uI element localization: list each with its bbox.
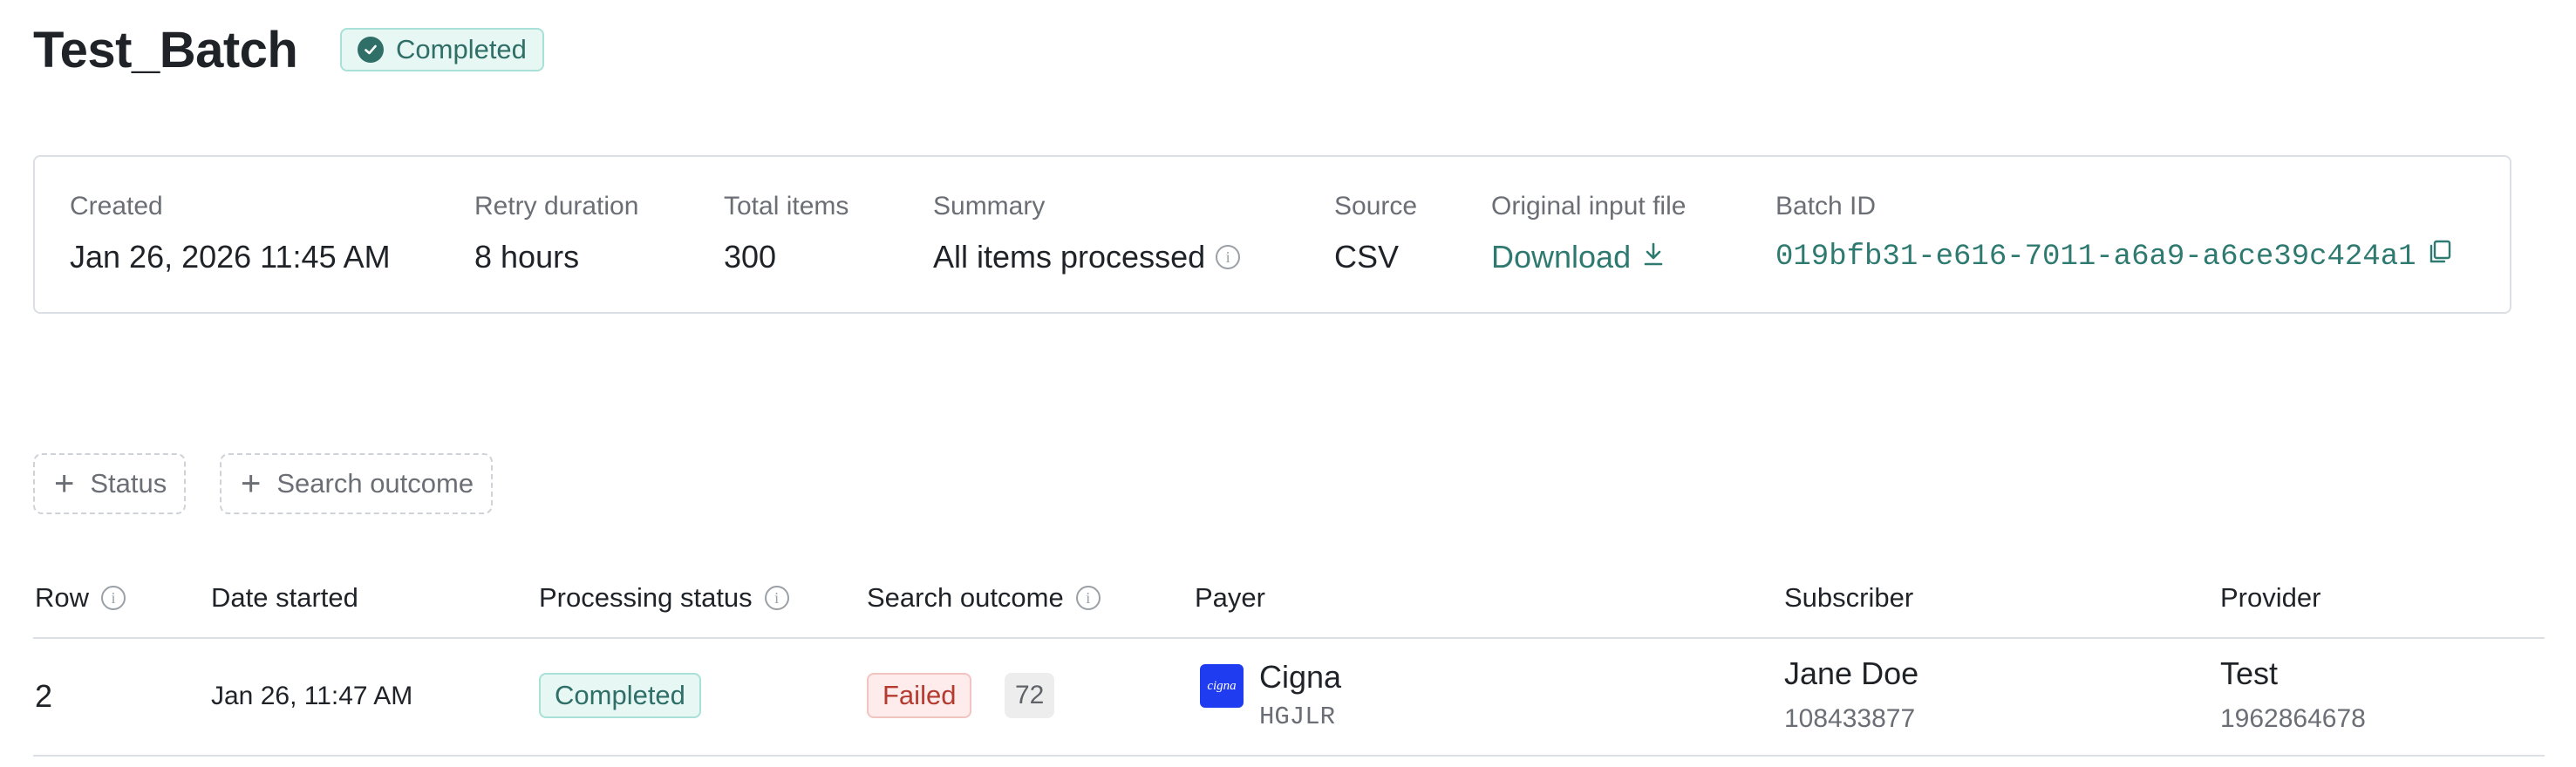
column-header-search-outcome-label: Search outcome (867, 582, 1064, 613)
column-header-subscriber-label: Subscriber (1784, 582, 1914, 613)
column-header-row[interactable]: Row i (35, 582, 126, 614)
filter-status-label: Status (90, 468, 167, 499)
batch-id-label: Batch ID (1775, 192, 1877, 221)
batch-id-text: 019bfb31-e616-7011-a6a9-a6ce39c424a1 (1775, 240, 2416, 274)
batch-id-value: 019bfb31-e616-7011-a6a9-a6ce39c424a1 (1775, 239, 2453, 275)
column-header-subscriber[interactable]: Subscriber (1784, 582, 1913, 614)
page-title: Test_Batch (33, 22, 298, 78)
search-outcome-count-badge: 72 (1005, 673, 1055, 718)
subscriber-id: 108433877 (1784, 704, 1916, 733)
table-header-divider (33, 637, 2545, 639)
copy-icon[interactable] (2427, 239, 2453, 275)
summary-value: All items processed i (933, 239, 1241, 275)
payer-logo-text: cigna (1207, 678, 1237, 693)
processing-status-badge: Completed (539, 673, 701, 718)
download-link[interactable]: Download (1491, 239, 1666, 275)
created-label: Created (70, 192, 163, 221)
column-header-processing-status-label: Processing status (539, 582, 753, 613)
payer-name: Cigna (1259, 659, 1342, 695)
original-input-file-label: Original input file (1491, 192, 1687, 221)
filter-search-outcome-button[interactable]: + Search outcome (220, 453, 494, 514)
check-circle-icon (358, 37, 384, 63)
date-started: Jan 26, 11:47 AM (211, 682, 413, 710)
plus-icon: + (241, 465, 262, 503)
retry-duration-value: 8 hours (474, 239, 580, 275)
summary-label: Summary (933, 192, 1046, 221)
column-header-provider[interactable]: Provider (2220, 582, 2320, 614)
column-header-provider-label: Provider (2220, 582, 2321, 613)
column-header-search-outcome[interactable]: Search outcome i (867, 582, 1101, 614)
column-header-date-started-label: Date started (211, 582, 358, 613)
subscriber-name: Jane Doe (1784, 655, 1919, 691)
info-icon[interactable]: i (101, 586, 126, 610)
row-number: 2 (35, 678, 53, 714)
search-outcome-badge: Failed (867, 673, 972, 718)
provider-name: Test (2220, 655, 2279, 691)
source-value: CSV (1334, 239, 1400, 275)
cigna-logo-icon: cigna (1200, 664, 1244, 708)
total-items-label: Total items (724, 192, 849, 221)
status-badge: Completed (340, 28, 544, 71)
filter-status-button[interactable]: + Status (33, 453, 187, 514)
download-icon (1641, 239, 1666, 275)
info-icon[interactable]: i (764, 586, 789, 610)
retry-duration-label: Retry duration (474, 192, 639, 221)
column-header-date-started[interactable]: Date started (211, 582, 358, 614)
column-header-payer[interactable]: Payer (1195, 582, 1265, 614)
column-header-processing-status[interactable]: Processing status i (539, 582, 789, 614)
column-header-row-label: Row (35, 582, 90, 613)
provider-id: 1962864678 (2220, 704, 2366, 733)
payer-code: HGJLR (1259, 703, 1336, 731)
status-badge-label: Completed (396, 34, 527, 64)
info-icon[interactable]: i (1075, 586, 1101, 610)
column-header-payer-label: Payer (1195, 582, 1265, 613)
summary-text: All items processed (933, 239, 1206, 275)
total-items-value: 300 (724, 239, 777, 275)
source-label: Source (1334, 192, 1418, 221)
filter-search-outcome-label: Search outcome (276, 468, 474, 499)
table-row-divider (33, 755, 2545, 757)
batch-info-card: Created Jan 26, 2026 11:45 AM Retry dura… (33, 155, 2511, 314)
plus-icon: + (54, 465, 75, 503)
created-value: Jan 26, 2026 11:45 AM (70, 239, 391, 275)
info-icon[interactable]: i (1216, 245, 1241, 269)
download-link-label: Download (1491, 239, 1632, 275)
